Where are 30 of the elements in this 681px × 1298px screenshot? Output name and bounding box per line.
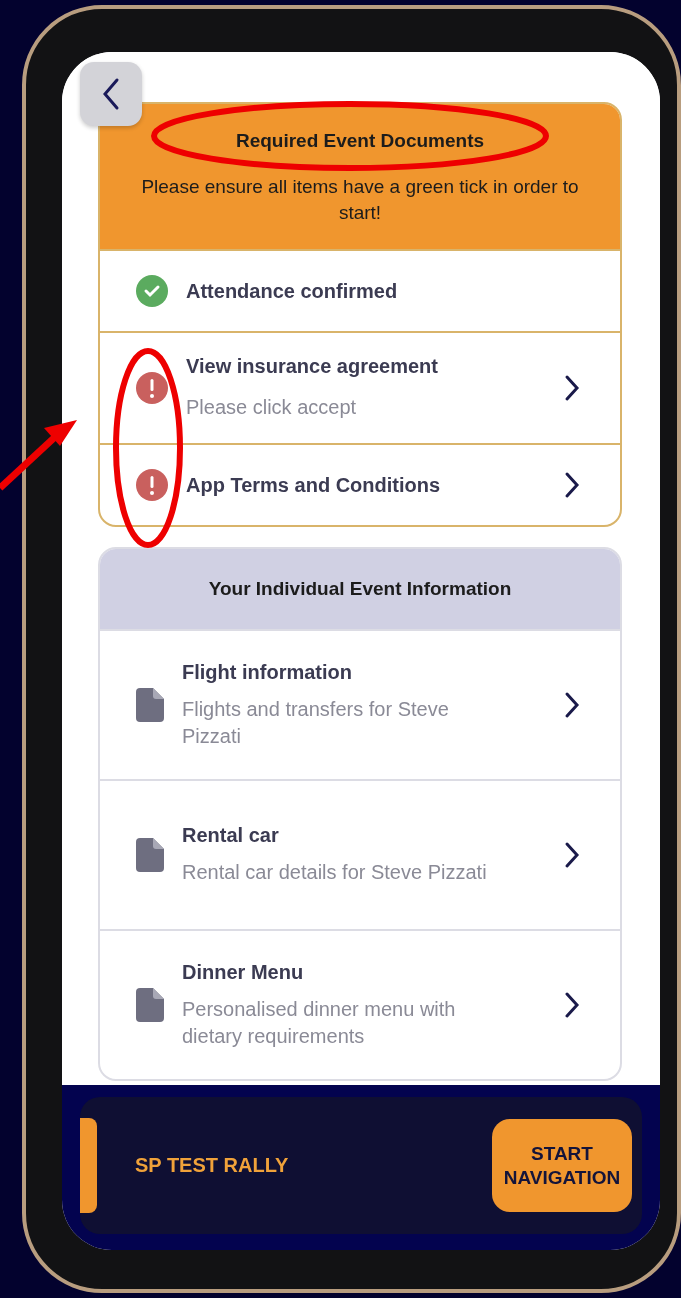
document-title: App Terms and Conditions bbox=[186, 473, 442, 497]
document-note: Please click accept bbox=[186, 395, 358, 421]
chevron-left-icon[interactable] bbox=[101, 77, 121, 111]
document-row[interactable]: App Terms and Conditions bbox=[100, 443, 620, 526]
information-row[interactable]: Flight information Flights and transfers for Steve Pizzati bbox=[100, 629, 620, 780]
card-title: Required Event Documents bbox=[235, 130, 485, 152]
information-description: Personalised dinner menu with dietary requirements bbox=[182, 996, 457, 1049]
information-title: Rental car bbox=[182, 824, 280, 848]
chevron-right-icon[interactable] bbox=[564, 841, 580, 870]
information-description: Rental car details for Steve Pizzati bbox=[182, 860, 488, 886]
information-description: Flights and transfers for Steve Pizzati bbox=[182, 696, 450, 749]
chevron-right-icon[interactable] bbox=[564, 374, 580, 403]
card-subtitle: Please ensure all items have a green tick in order to start! bbox=[140, 175, 580, 225]
event-name: SP TEST RALLY bbox=[135, 1154, 290, 1177]
start-navigation-button[interactable]: START NAVIGATION bbox=[492, 1119, 632, 1212]
document-title: Attendance confirmed bbox=[186, 279, 399, 303]
information-row[interactable]: Rental car Rental car details for Steve Pizzati bbox=[100, 779, 620, 930]
document-row[interactable]: View insurance agreement Please click accept bbox=[100, 331, 620, 444]
card-title: Your Individual Event Information bbox=[208, 578, 512, 601]
document-title: View insurance agreement bbox=[186, 355, 439, 379]
chevron-right-icon[interactable] bbox=[564, 691, 580, 720]
chevron-right-icon[interactable] bbox=[564, 471, 580, 500]
chevron-right-icon[interactable] bbox=[564, 991, 580, 1020]
information-title: Dinner Menu bbox=[182, 960, 305, 984]
information-row[interactable]: Dinner Menu Personalised dinner menu with dietary requirements bbox=[100, 929, 620, 1080]
back-button[interactable] bbox=[80, 62, 142, 126]
information-title: Flight information bbox=[182, 660, 353, 684]
document-icon bbox=[136, 988, 164, 1023]
document-icon bbox=[136, 688, 164, 723]
document-icon bbox=[136, 838, 164, 873]
